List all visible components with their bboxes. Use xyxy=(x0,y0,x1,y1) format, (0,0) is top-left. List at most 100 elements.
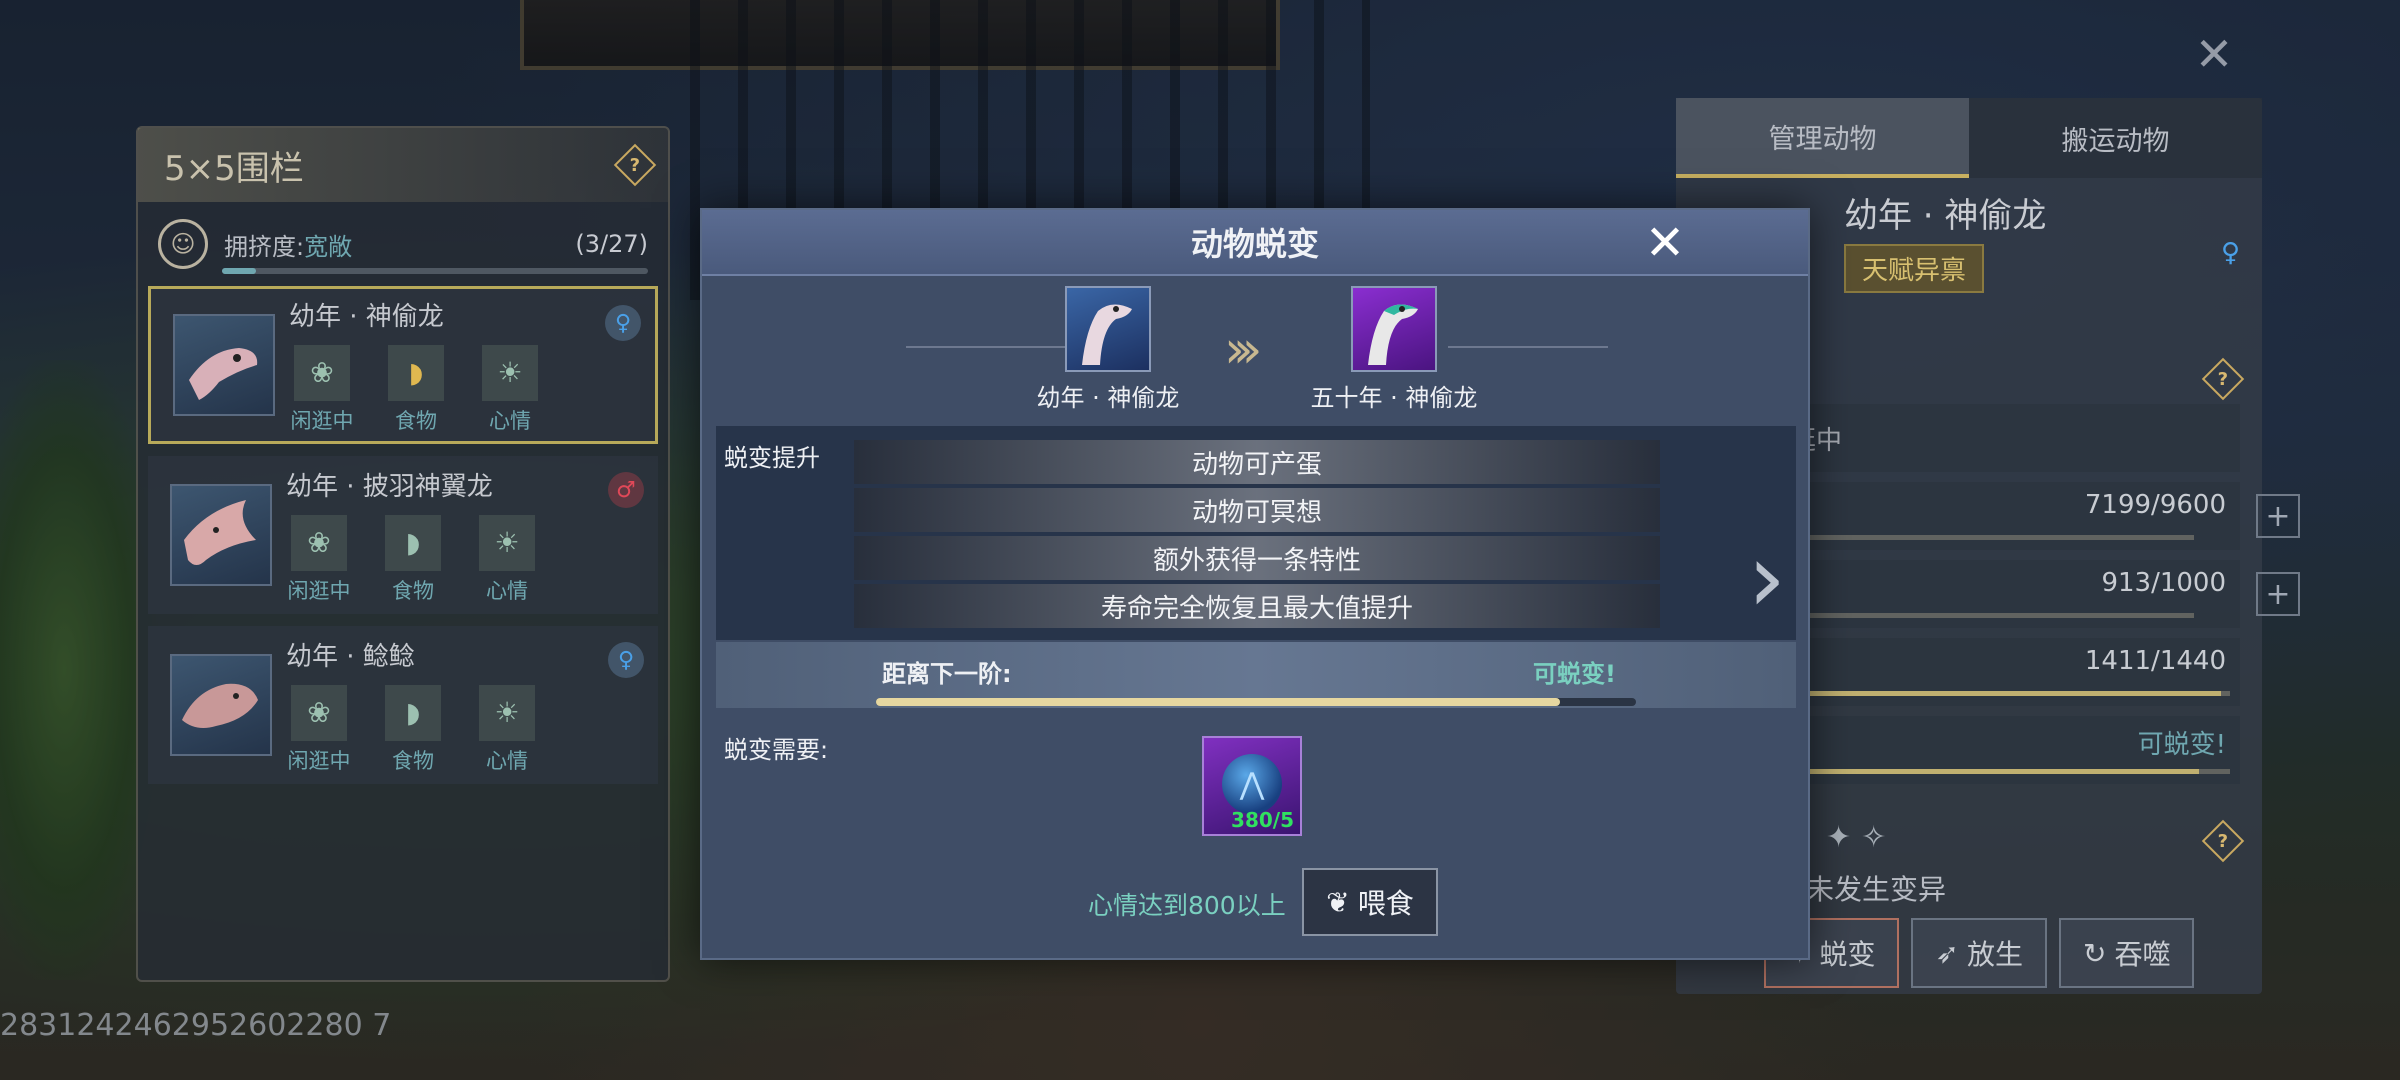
stat-fill xyxy=(1790,691,2222,696)
animal-portrait xyxy=(170,484,272,586)
devour-button[interactable]: ↻ 吞噬 xyxy=(2058,918,2195,988)
release-button[interactable]: ➶ 放生 xyxy=(1911,918,2047,988)
stat-track xyxy=(1790,769,2230,774)
help-icon[interactable]: ? xyxy=(2201,819,2245,863)
evolve-arrow-icon: ››› xyxy=(1224,320,1263,380)
need-wander: ❀ 闲逛中 xyxy=(286,684,352,775)
stat-row-life: 1411/1440 xyxy=(1780,638,2240,706)
need-label: 心情 xyxy=(486,578,528,603)
animal-portrait xyxy=(1351,286,1437,372)
crowd-label: 拥挤度: xyxy=(224,232,305,261)
fire-icon: ♂ xyxy=(608,472,644,508)
upgrade-label: 蜕变提升 xyxy=(724,444,820,472)
feed-button[interactable]: ❦ 喂食 xyxy=(1302,868,1438,936)
need-label: 闲逛中 xyxy=(287,748,351,773)
progress-fill xyxy=(876,698,1560,706)
need-mood: ☀ 心情 xyxy=(477,344,543,435)
pen-panel: 5×5围栏 ? ☺ 拥挤度: 宽敞 (3/27) 幼年 · 神偷龙 ❀ 闲逛中 ◗… xyxy=(136,126,670,982)
evolve-label: 蜕变 xyxy=(1819,938,1876,971)
help-icon[interactable]: ? xyxy=(613,143,657,187)
crowd-bar-fill xyxy=(222,268,257,274)
progress-status: 可蜕变! xyxy=(1533,660,1616,688)
manage-actions: ✧蜕变 ➶放生 ↻吞噬 xyxy=(1764,918,2195,988)
stat-value: 1411/1440 xyxy=(2084,646,2226,676)
add-food-button[interactable]: + xyxy=(2256,494,2300,538)
upgrade-item: 动物可冥想 xyxy=(854,488,1660,532)
animal-portrait xyxy=(1065,286,1151,372)
add-mood-button[interactable]: + xyxy=(2256,572,2300,616)
crowd-bar xyxy=(222,268,648,274)
progress-track xyxy=(876,698,1636,706)
need-label: 心情 xyxy=(489,408,531,433)
progress-label: 距离下一阶: xyxy=(882,660,1012,688)
pen-header: 5×5围栏 ? xyxy=(138,128,668,202)
stomach-icon: ◗ xyxy=(385,684,441,741)
animal-name: 幼年 · 鲶鲶 xyxy=(286,641,415,672)
screen-close-icon[interactable]: ✕ xyxy=(2186,26,2242,82)
paw-icon: ❀ xyxy=(294,344,350,401)
animal-portrait xyxy=(170,654,272,756)
modal-titlebar: 动物蜕变 ✕ xyxy=(702,210,1808,276)
requirement-item[interactable]: ⋀ 380/5 xyxy=(1202,736,1302,836)
devour-label: 吞噬 xyxy=(2114,938,2171,971)
evolve-to-name: 五十年 · 神偷龙 xyxy=(1310,384,1478,412)
need-label: 闲逛中 xyxy=(290,408,354,433)
tab-transport-animal[interactable]: 搬运动物 xyxy=(1969,98,2262,178)
crystal-orb-icon: ⋀ xyxy=(1222,754,1282,814)
animal-item-0[interactable]: 幼年 · 神偷龙 ❀ 闲逛中 ◗ 食物 ☀ 心情 ♀ xyxy=(148,286,658,444)
close-icon[interactable]: ✕ xyxy=(1640,215,1690,271)
female-icon: ♀ xyxy=(608,642,644,678)
crowd-value: 宽敞 xyxy=(304,232,353,261)
female-icon: ♀ xyxy=(2220,238,2240,268)
crowd-count: (3/27) xyxy=(575,230,648,258)
animal-item-2[interactable]: 幼年 · 鲶鲶 ❀ 闲逛中 ◗ 食物 ☀ 心情 ♀ xyxy=(148,626,658,784)
next-chevron-icon[interactable]: › xyxy=(1748,530,1786,626)
requirement-label: 蜕变需要: xyxy=(724,736,829,764)
need-label: 闲逛中 xyxy=(287,578,351,603)
manage-animal-name: 幼年 · 神偷龙 xyxy=(1844,196,2047,236)
need-wander: ❀ 闲逛中 xyxy=(286,514,352,605)
pen-title: 5×5围栏 xyxy=(164,148,304,189)
need-label: 食物 xyxy=(392,748,434,773)
mutation-text: 未发生变异 xyxy=(1806,873,1947,906)
stat-value: 7199/9600 xyxy=(2084,490,2226,520)
need-label: 食物 xyxy=(395,408,437,433)
need-food: ◗ 食物 xyxy=(383,344,449,435)
modal-title: 动物蜕变 xyxy=(1190,225,1319,263)
animal-item-1[interactable]: 幼年 · 披羽神翼龙 ❀ 闲逛中 ◗ 食物 ☀ 心情 ♂ xyxy=(148,456,658,614)
tab-manage-animal[interactable]: 管理动物 xyxy=(1676,98,1969,178)
need-label: 心情 xyxy=(486,748,528,773)
sun-icon: ☀ xyxy=(479,514,535,571)
need-mood: ☀ 心情 xyxy=(474,514,540,605)
trait-icons: ✦ ✧ xyxy=(1826,820,1886,855)
evolution-path: 幼年 · 神偷龙 ››› 五十年 · 神偷龙 xyxy=(702,286,1808,426)
evolution-modal: 动物蜕变 ✕ 幼年 · 神偷龙 ››› 五十年 · 神偷龙 蜕变提升 动物可产蛋… xyxy=(700,208,1810,960)
upgrade-item: 寿命完全恢复且最大值提升 xyxy=(854,584,1660,628)
crowd-icon: ☺ xyxy=(158,219,208,269)
status-row: 逛中 xyxy=(1780,404,2240,472)
release-label: 放生 xyxy=(1966,938,2023,971)
stat-row-evolve: 可蜕变! xyxy=(1780,716,2240,784)
need-food: ◗ 食物 xyxy=(380,514,446,605)
stomach-icon: ◗ xyxy=(388,344,444,401)
need-label: 食物 xyxy=(392,578,434,603)
animal-list: 幼年 · 神偷龙 ❀ 闲逛中 ◗ 食物 ☀ 心情 ♀ 幼年 · 披羽神翼龙 ❀ 闲逛中 … xyxy=(138,286,668,784)
manage-tabs: 管理动物 搬运动物 xyxy=(1676,98,2262,178)
upgrade-item: 额外获得一条特性 xyxy=(854,536,1660,580)
stat-row-food: 7199/9600 + xyxy=(1780,482,2300,550)
evolve-from-name: 幼年 · 神偷龙 xyxy=(1036,384,1180,412)
stat-track xyxy=(1790,691,2230,696)
need-food: ◗ 食物 xyxy=(380,684,446,775)
help-icon[interactable]: ? xyxy=(2201,357,2245,401)
trait-icon: ✦ xyxy=(1826,820,1852,855)
stomach-icon: ◗ xyxy=(385,514,441,571)
evolve-from-card: 幼年 · 神偷龙 xyxy=(1018,286,1198,413)
stat-track xyxy=(1790,535,2194,540)
requirement-count: 380/5 xyxy=(1231,808,1294,832)
animal-name: 幼年 · 披羽神翼龙 xyxy=(286,471,493,502)
crowd-row: ☺ 拥挤度: 宽敞 (3/27) xyxy=(138,202,668,286)
animal-name: 幼年 · 神偷龙 xyxy=(289,301,444,332)
release-icon: ➶ xyxy=(1935,936,1959,970)
animal-portrait xyxy=(173,314,275,416)
mood-requirement-text: 心情达到800以上 xyxy=(1088,891,1286,920)
